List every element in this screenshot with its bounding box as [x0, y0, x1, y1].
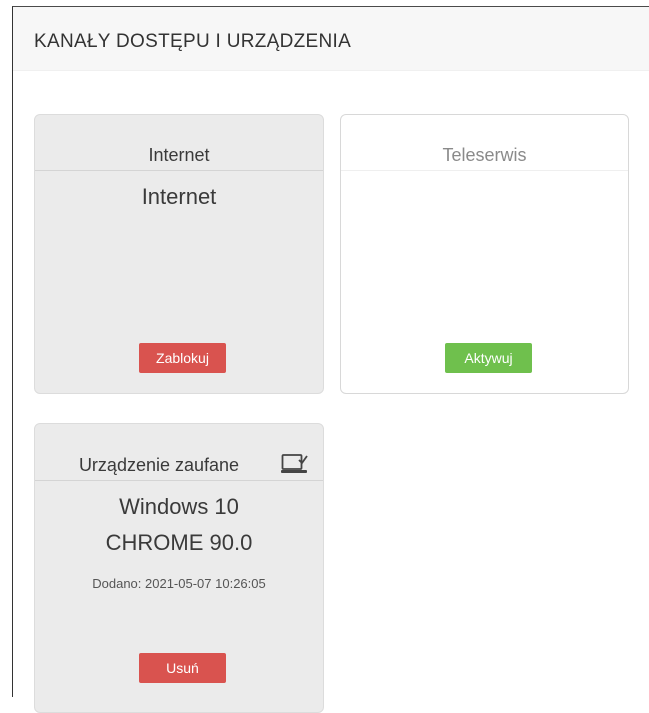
device-browser: CHROME 90.0 [105, 530, 253, 555]
remove-device-button[interactable]: Usuń [139, 653, 226, 683]
trusted-device-icon [281, 454, 308, 473]
panel-title: KANAŁY DOSTĘPU I URZĄDZENIA [34, 31, 352, 52]
card-divider [35, 480, 323, 481]
trusted-device-card: Urządzenie zaufane Windows 10 CHROME 90.… [34, 423, 324, 713]
channel-card-internet: Internet Internet Zablokuj [34, 114, 324, 394]
device-os: Windows 10 [119, 494, 239, 519]
panel-header: KANAŁY DOSTĘPU I URZĄDZENIA [13, 7, 649, 71]
activate-button[interactable]: Aktywuj [445, 343, 532, 373]
channel-value: Internet [141, 184, 217, 209]
card-divider [341, 170, 628, 171]
page-frame: KANAŁY DOSTĘPU I URZĄDZENIA Internet Int… [12, 6, 649, 713]
channel-title: Teleserwis [442, 145, 527, 165]
device-card-title: Urządzenie zaufane [35, 455, 323, 476]
card-divider [35, 170, 323, 171]
block-button[interactable]: Zablokuj [139, 343, 226, 373]
device-title-text: Urządzenie zaufane [78, 455, 240, 475]
channel-card-teleserwis: Teleserwis Aktywuj [340, 114, 629, 394]
device-added-date: Dodano: 2021-05-07 10:26:05 [92, 576, 266, 591]
channel-title: Internet [148, 145, 210, 165]
